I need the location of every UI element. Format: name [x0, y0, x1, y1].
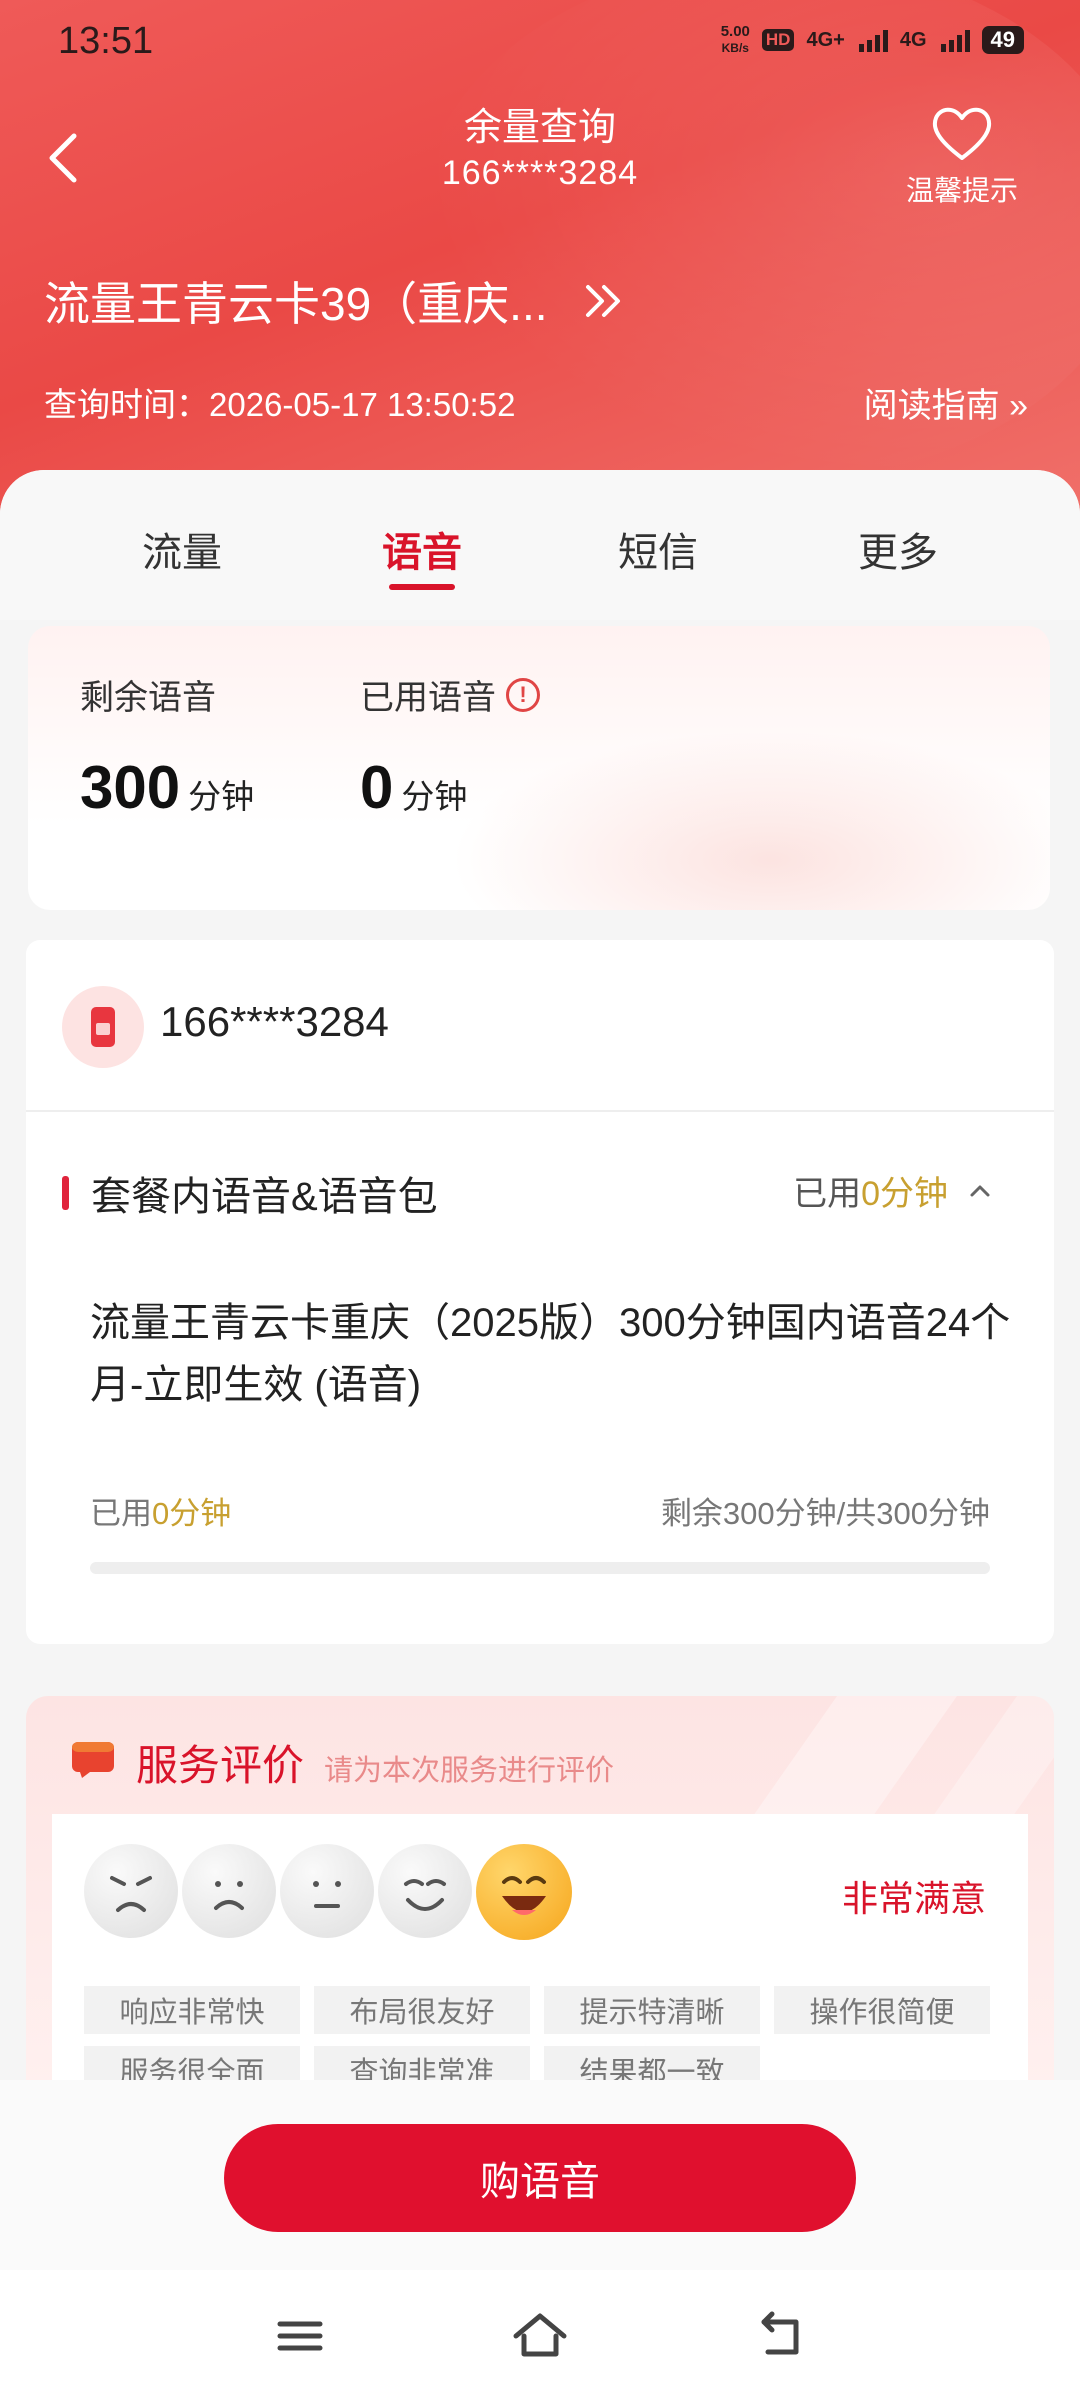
used-voice-value: 0 [360, 754, 394, 821]
package-section-toggle[interactable]: 已用0分钟 [793, 1166, 992, 1215]
rating-title: 服务评价 [136, 1742, 305, 1789]
service-rating-card: 服务评价 请为本次服务进行评价 非常满意 响应非常快 布局很友好 提示特清晰 操… [26, 1696, 1054, 2086]
sim1-label: 4G+ [806, 28, 845, 51]
rating-panel: 非常满意 响应非常快 布局很友好 提示特清晰 操作很简便 服务很全面 查询非常准… [52, 1814, 1028, 2086]
system-navigation-bar [0, 2270, 1080, 2400]
heart-icon [932, 107, 992, 160]
tab-more[interactable]: 更多 [818, 520, 978, 578]
neutral-face-icon[interactable] [280, 1844, 374, 1938]
angry-face-glyph [110, 1876, 152, 1912]
remaining-voice-unit: 分钟 [188, 778, 255, 815]
used-voice: 已用语音 ! 0 分钟 [360, 670, 540, 822]
very-unsatisfied-face-icon[interactable] [84, 1844, 178, 1938]
network-speed-value: 5.00 [720, 23, 750, 40]
usage-progress-bar [90, 1562, 990, 1574]
status-bar: 13:51 5.00 KB/s HD 4G+ 4G 49 [0, 0, 1080, 84]
info-icon[interactable]: ! [506, 677, 540, 712]
rating-header: 服务评价 请为本次服务进行评价 [70, 1732, 614, 1793]
sad-face-glyph [214, 1881, 244, 1910]
feedback-chip[interactable]: 提示特清晰 [544, 1986, 760, 2034]
active-tab-indicator [389, 584, 455, 590]
tab-sms[interactable]: 短信 [578, 520, 738, 578]
sim-card-icon [62, 986, 144, 1068]
section-marker [62, 1176, 69, 1210]
grin-face-glyph [502, 1876, 546, 1915]
voice-summary-card: 剩余语音 300 分钟 已用语音 ! 0 分钟 [28, 626, 1050, 910]
chat-bubble-icon [72, 1742, 114, 1778]
tips-label: 温馨提示 [905, 175, 1018, 206]
selected-rating-label: 非常满意 [842, 1878, 987, 1919]
reading-guide-link[interactable]: 阅读指南 » [864, 378, 1028, 427]
package-remaining: 剩余300分钟/共300分钟 [660, 1496, 990, 1531]
unsatisfied-face-icon[interactable] [182, 1844, 276, 1938]
used-voice-unit: 分钟 [401, 778, 468, 815]
remaining-voice: 剩余语音 300 分钟 [80, 670, 254, 822]
rating-subtitle: 请为本次服务进行评价 [324, 1755, 615, 1787]
package-section-header: 套餐内语音&语音包 [62, 1164, 438, 1222]
smile-face-glyph [404, 1879, 446, 1911]
tab-voice-label: 语音 [382, 531, 462, 575]
package-used-prefix: 已用 [90, 1496, 152, 1531]
network-speed: 5.00 KB/s [721, 24, 750, 56]
network-speed-unit: KB/s [721, 41, 749, 55]
home-button[interactable] [510, 2306, 570, 2366]
package-name: 流量王青云卡重庆（2025版）300分钟国内语音24个月-立即生效 (语音) [90, 1301, 1011, 1407]
signal-icon [858, 28, 888, 52]
signal-icon-2 [940, 28, 970, 52]
chevron-up-icon [970, 1185, 990, 1196]
menu-button[interactable] [270, 2306, 330, 2366]
tab-data-label: 流量 [142, 531, 222, 575]
feedback-chip[interactable]: 操作很简便 [774, 1986, 990, 2034]
tab-more-label: 更多 [858, 531, 938, 575]
remaining-voice-label: 剩余语音 [80, 679, 216, 717]
package-used: 已用0分钟 [90, 1488, 231, 1533]
tab-bar: 流量 语音 短信 更多 [0, 470, 1080, 620]
satisfied-face-icon[interactable] [378, 1844, 472, 1938]
voice-detail-card: 166****3284 套餐内语音&语音包 已用0分钟 流量王青云卡重庆（202… [26, 940, 1054, 1644]
package-section-title: 套餐内语音&语音包 [91, 1175, 438, 1219]
tab-sms-label: 短信 [618, 531, 698, 575]
battery-icon: 49 [981, 26, 1024, 54]
hd-icon: HD [761, 29, 795, 51]
section-used-prefix: 已用 [793, 1175, 862, 1213]
tab-data[interactable]: 流量 [102, 520, 262, 578]
feedback-chip[interactable]: 响应非常快 [84, 1986, 300, 2034]
status-icons: 5.00 KB/s HD 4G+ 4G 49 [721, 24, 1024, 56]
buy-voice-button[interactable]: 购语音 [224, 2124, 856, 2232]
feedback-chip[interactable]: 布局很友好 [314, 1986, 530, 2034]
plan-selector[interactable]: 流量王青云卡39（重庆... [44, 268, 626, 334]
remaining-voice-value: 300 [80, 754, 181, 821]
sim-card-glyph [91, 1007, 115, 1047]
home-icon [513, 2313, 567, 2357]
package-used-value: 0分钟 [152, 1496, 232, 1531]
back-arrow-icon [761, 2311, 799, 2355]
phone-number: 166****3284 [160, 998, 389, 1045]
tips-button[interactable]: 温馨提示 [902, 104, 1022, 209]
status-time: 13:51 [58, 20, 154, 62]
back-nav-button[interactable] [750, 2306, 810, 2366]
neutral-face-glyph [313, 1881, 341, 1908]
plan-name: 流量王青云卡39（重庆... [44, 278, 548, 330]
query-time: 查询时间：2026-05-17 13:50:52 [44, 386, 516, 423]
section-used-value: 0分钟 [861, 1175, 948, 1213]
card-decoration [450, 730, 1050, 910]
tab-voice[interactable]: 语音 [342, 520, 502, 590]
phone-row: 166****3284 [26, 940, 1054, 1112]
very-satisfied-face-icon[interactable] [476, 1844, 572, 1940]
double-chevron-right-icon [585, 285, 620, 317]
used-voice-label: 已用语音 [360, 679, 496, 717]
sim2-label: 4G [899, 28, 927, 51]
menu-icon [277, 2321, 323, 2351]
